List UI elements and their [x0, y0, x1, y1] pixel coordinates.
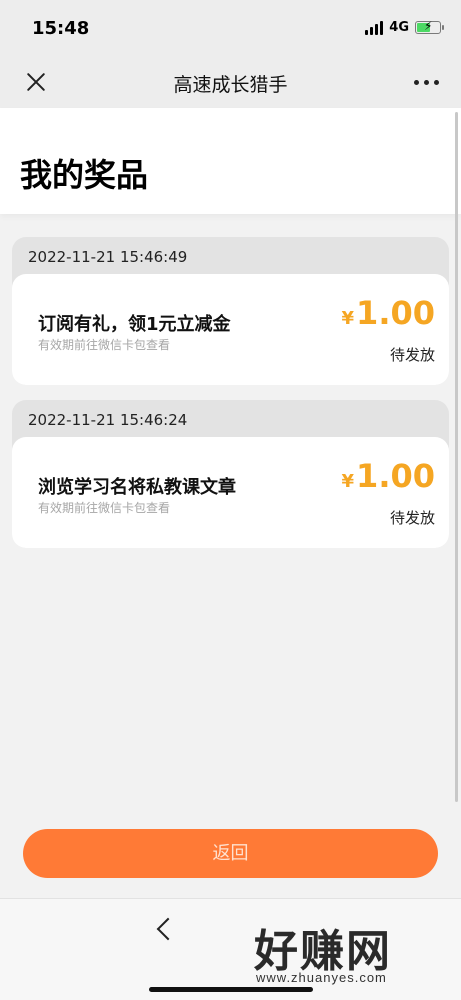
- prize-amount: ¥1.00: [342, 294, 435, 332]
- bottom-toolbar: 好赚网 www.zhuanyes.com: [0, 898, 461, 1000]
- return-button[interactable]: 返回: [23, 829, 438, 878]
- scrollbar[interactable]: [455, 112, 458, 802]
- status-time: 15:48: [32, 18, 90, 39]
- page-title: 我的奖品: [20, 156, 149, 194]
- prize-name: 浏览学习名将私教课文章: [38, 477, 236, 498]
- page-header: 我的奖品: [0, 108, 461, 214]
- prize-card[interactable]: 订阅有礼，领1元立减金 有效期前往微信卡包查看 ¥1.00 待发放: [12, 274, 449, 385]
- prize-card[interactable]: 浏览学习名将私教课文章 有效期前往微信卡包查看 ¥1.00 待发放: [12, 437, 449, 548]
- amount-value: 1.00: [356, 457, 435, 495]
- watermark-url: www.zhuanyes.com: [256, 970, 387, 985]
- prize-date: 2022-11-21 15:46:24: [28, 411, 188, 429]
- prize-date: 2022-11-21 15:46:49: [28, 248, 188, 266]
- status-bar: 15:48 4G ⚡: [0, 0, 461, 58]
- prize-note: 有效期前往微信卡包查看: [38, 501, 171, 515]
- nav-title: 高速成长猎手: [173, 74, 288, 96]
- battery-icon: ⚡: [415, 19, 444, 34]
- prize-status: 待发放: [389, 346, 435, 364]
- home-indicator[interactable]: [149, 987, 313, 992]
- network-type: 4G: [389, 20, 409, 35]
- prize-item: 2022-11-21 15:46:24 浏览学习名将私教课文章 有效期前往微信卡…: [12, 400, 449, 548]
- charging-icon: ⚡: [424, 19, 433, 33]
- nav-bar: 高速成长猎手: [0, 58, 461, 108]
- signal-icon: [365, 20, 384, 35]
- prize-item: 2022-11-21 15:46:49 订阅有礼，领1元立减金 有效期前往微信卡…: [12, 237, 449, 385]
- currency-symbol: ¥: [341, 471, 355, 492]
- back-chevron-icon[interactable]: [156, 917, 180, 941]
- prize-amount: ¥1.00: [342, 457, 435, 495]
- prize-note: 有效期前往微信卡包查看: [38, 338, 171, 352]
- more-icon[interactable]: [414, 80, 439, 85]
- amount-value: 1.00: [356, 294, 435, 332]
- status-indicators: 4G ⚡: [365, 19, 444, 35]
- currency-symbol: ¥: [341, 308, 355, 329]
- prize-status: 待发放: [389, 509, 435, 527]
- prize-name: 订阅有礼，领1元立减金: [38, 314, 231, 335]
